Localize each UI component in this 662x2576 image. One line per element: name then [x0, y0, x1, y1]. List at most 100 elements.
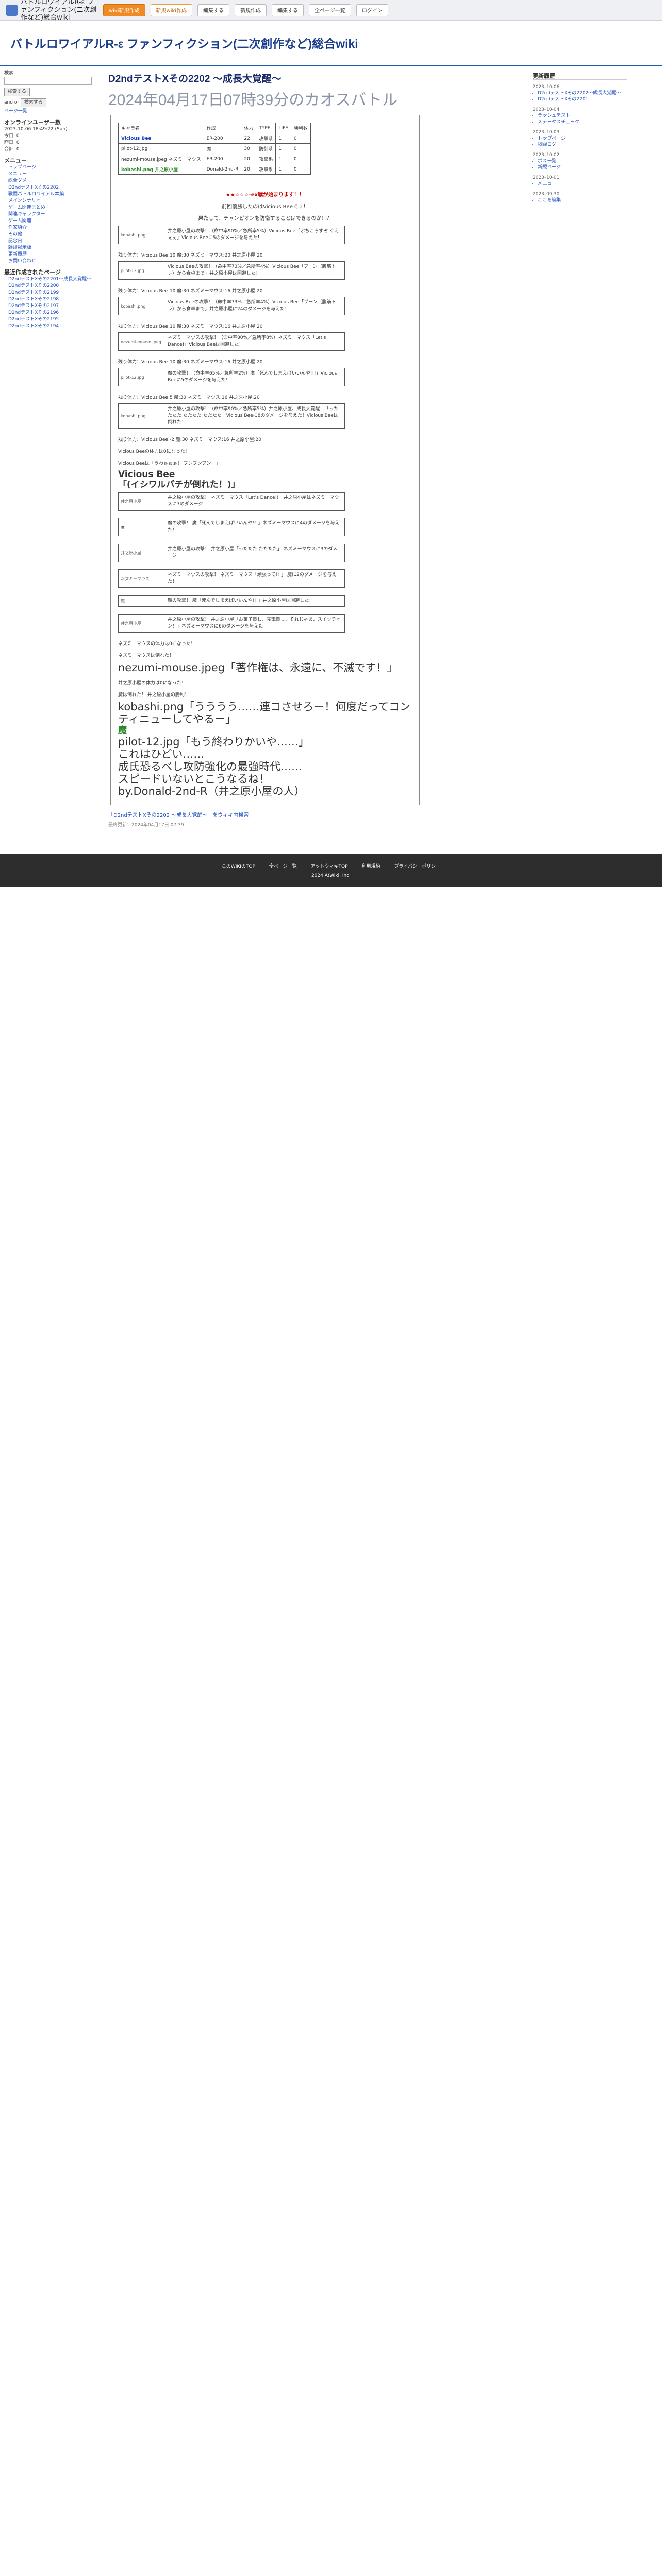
- cell: 1: [275, 133, 291, 144]
- new-wiki-button[interactable]: wiki新規作成: [103, 4, 145, 16]
- all-pages-button[interactable]: 全ページ一覧: [309, 4, 351, 16]
- round-box: 井之原小屋 井之原小屋の攻撃！ 井之原小屋「ったたた たたたた」 ネズミーマウスに…: [118, 544, 345, 562]
- comment3: スピードいないとこうなるね！: [118, 773, 270, 785]
- recent-item[interactable]: D2ndテストXその2197: [8, 303, 94, 310]
- menu-item[interactable]: 総合ダメ: [8, 178, 94, 184]
- menu-list: トップページ メニュー 総合ダメ D2ndテストXその2202 戦闘バトルロワイ…: [4, 164, 94, 265]
- new-page-button[interactable]: 新規作成: [235, 4, 267, 16]
- comment2: 成氏恐るべし攻防強化の最強時代……: [118, 760, 302, 773]
- and-radio[interactable]: and: [4, 100, 13, 105]
- search-input[interactable]: [4, 77, 92, 85]
- menu-item[interactable]: ゲーム関連: [8, 218, 94, 225]
- footer-link[interactable]: プライバシーポリシー: [394, 864, 440, 869]
- footer-link[interactable]: 全ページ一覧: [269, 864, 297, 869]
- wiki-title[interactable]: バトルロワイアルR-ε ファンフィクション(二次創作など)総合wiki: [10, 34, 358, 52]
- menu-item[interactable]: メインシナリオ: [8, 198, 94, 205]
- menu-item[interactable]: 関連キャラクター: [8, 211, 94, 218]
- round-box: ネズミーマウス ネズミーマウスの攻撃！ ネズミーマウス「頑張って!!!」 魔に2の…: [118, 569, 345, 588]
- end-line2: 魔は倒れた！ 井之原小屋の勝利！: [118, 692, 189, 698]
- finale-line1: ネズミーマウスの体力は0になった！: [118, 641, 195, 647]
- character-image: nezumi-mouse.jpeg: [121, 339, 161, 344]
- history-item[interactable]: トップページ: [538, 135, 627, 142]
- menu-item[interactable]: 記念日: [8, 238, 94, 245]
- recent-item[interactable]: D2ndテストXその2194: [8, 323, 94, 330]
- count-yesterday: 昨日: 0: [4, 140, 20, 145]
- edit-button[interactable]: 編集する: [197, 4, 230, 16]
- count-total: 合計: 0: [4, 147, 20, 152]
- history-item[interactable]: 戦闘ログ: [538, 142, 627, 148]
- status-table: キャラ名 作成 体力 TYPE LIFE 勝利数 Vicious Bee ER-2…: [118, 123, 311, 175]
- comment4: by.Donald-2nd-R（井之原小屋の人）: [118, 785, 305, 798]
- login-button[interactable]: ログイン: [356, 4, 388, 16]
- history-item[interactable]: D2ndテストXその2201: [538, 96, 627, 103]
- history-item[interactable]: ここを編集: [538, 197, 627, 204]
- menu-item[interactable]: その他: [8, 231, 94, 238]
- footer: このWIKIのTOP 全ページ一覧 アットウィキTOP 利用規約 プライバシーポ…: [0, 854, 662, 887]
- recent-item[interactable]: D2ndテストXその2199: [8, 290, 94, 296]
- attack-box: kobashi.png Vicious Beeの攻撃！（命中率73%／急所率4%）…: [118, 297, 345, 315]
- search-button[interactable]: 検索する: [4, 88, 30, 96]
- cell: 0: [290, 164, 311, 175]
- cell: 魔: [203, 143, 242, 154]
- cell: 1: [275, 154, 291, 164]
- round-who: 井之原小屋: [121, 621, 141, 626]
- menu-item[interactable]: トップページ: [8, 164, 94, 171]
- battle-log: キャラ名 作成 体力 TYPE LIFE 勝利数 Vicious Bee ER-2…: [110, 115, 420, 805]
- intro-line1: ★★☆☆☆-ex戦が始まります！！: [225, 192, 305, 198]
- footer-link[interactable]: アットウィキTOP: [311, 864, 348, 869]
- cell: Donald-2nd-R: [203, 164, 242, 175]
- character-image: kobashi.png: [121, 303, 146, 309]
- mouse-quote: nezumi-mouse.jpeg「著作権は、永遠に、不滅です！」: [118, 662, 398, 674]
- wiki-logo-icon[interactable]: [6, 4, 18, 16]
- menu-item[interactable]: D2ndテストXその2202: [8, 184, 94, 191]
- recent-item[interactable]: D2ndテストXその2195: [8, 316, 94, 323]
- table-header: 勝利数: [290, 123, 311, 133]
- round-text: 魔の攻撃！ 魔「死んでしまえばいいんや!!!」井之原小屋は回避した！: [164, 596, 344, 606]
- edit2-button[interactable]: 編集する: [272, 4, 304, 16]
- recent-item[interactable]: D2ndテストXその2198: [8, 296, 94, 303]
- character-image: kobashi.png: [121, 232, 146, 238]
- menu-item[interactable]: 戦闘バトルロワイアル本編: [8, 191, 94, 198]
- history-item[interactable]: ボス一覧: [538, 158, 627, 164]
- cell: 30: [241, 143, 257, 154]
- menu-item[interactable]: 雑談掲示板: [8, 245, 94, 251]
- cell: 20: [241, 154, 257, 164]
- recent-item[interactable]: D2ndテストXその2196: [8, 310, 94, 316]
- recent-item[interactable]: D2ndテストXその2200: [8, 283, 94, 290]
- menu-item[interactable]: 更新履歴: [8, 251, 94, 258]
- history-date: 2023-09-30: [533, 192, 560, 197]
- attack-text: 井之原小屋の攻撃！（命中率90%／急所率5%）井之原小屋、成長大覚醒！「ったたた…: [164, 404, 344, 428]
- cell: 攻撃系: [256, 154, 276, 164]
- or-radio[interactable]: or: [14, 100, 19, 105]
- round-box: 井之原小屋 井之原小屋の攻撃！ 井之原小屋「お菓子良し、充電良し、それじゃあ、スイ…: [118, 614, 345, 633]
- count-today: 今日: 0: [4, 133, 20, 139]
- page-list-link[interactable]: ページ一覧: [4, 108, 94, 115]
- page-subtitle: 2024年04月17日07時39分のカオスバトル: [108, 92, 398, 109]
- history-item[interactable]: ラッシュテスト: [538, 113, 627, 119]
- round-who: ネズミーマウス: [121, 576, 150, 581]
- cell: 20: [241, 164, 257, 175]
- search-in-wiki-link[interactable]: 「D2ndテストXその2202 〜成長大覚醒〜」をウィキ内検索: [108, 810, 518, 818]
- footer-link[interactable]: このWIKIのTOP: [222, 864, 255, 869]
- online-heading: オンラインユーザー数: [4, 119, 94, 126]
- recent-item[interactable]: D2ndテストXその2201〜成長大覚醒〜: [8, 276, 94, 283]
- create-wiki-button[interactable]: 新規wiki作成: [150, 4, 193, 16]
- menu-item[interactable]: ゲーム関連まとめ: [8, 205, 94, 211]
- footer-link[interactable]: 利用規約: [361, 864, 380, 869]
- menu-item[interactable]: 作家紹介: [8, 225, 94, 231]
- cell: kobashi.png 井之原小屋: [118, 164, 204, 175]
- menu-item[interactable]: メニュー: [8, 171, 94, 178]
- hp-line: 残り体力：Vicious Bee:10 魔:30 ネズミーマウス:16 井之原小…: [118, 360, 263, 365]
- history-item[interactable]: 新規ページ: [538, 164, 627, 171]
- table-row: nezumi-mouse.jpeg ネズミーマウス ER-200 20 攻撃系 1 0: [118, 154, 311, 164]
- history-item[interactable]: ステータスチェック: [538, 119, 627, 125]
- history-item[interactable]: メニュー: [538, 181, 627, 187]
- left-sidebar: 検索 検索する and or 検索する ページ一覧 オンラインユーザー数 202…: [0, 66, 98, 833]
- brand-title[interactable]: バトルロワイアルR-ε ファンフィクション(二次創作など)総合wiki: [21, 0, 98, 22]
- attack-box: pilot-12.jpg Vicious Beeの攻撃！（命中率73%／急所率4%…: [118, 261, 345, 280]
- history-item[interactable]: D2ndテストXその2202〜成長大覚醒〜: [538, 90, 627, 96]
- menu-item[interactable]: お問い合わせ: [8, 258, 94, 265]
- comment1: これはひどい……: [118, 748, 205, 760]
- cell: 0: [290, 133, 311, 144]
- search-button-2[interactable]: 検索する: [20, 98, 46, 107]
